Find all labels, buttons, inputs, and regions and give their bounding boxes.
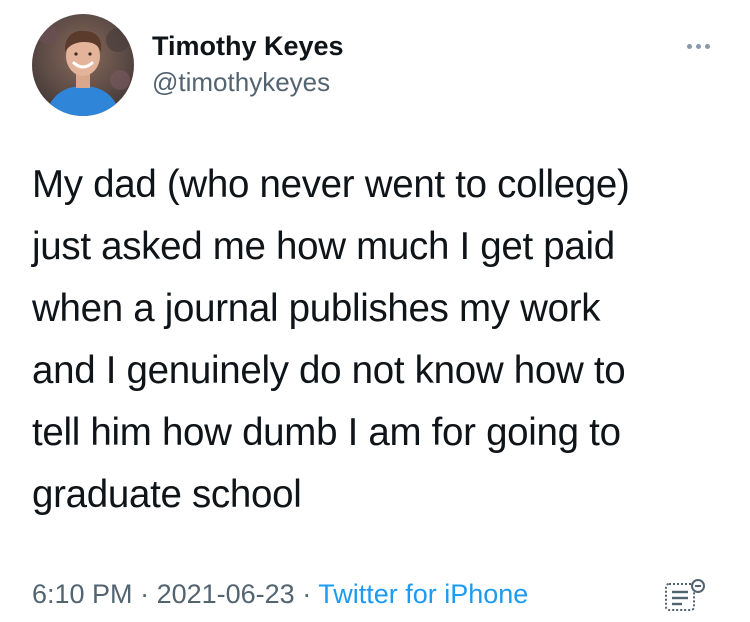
- author-name[interactable]: Timothy Keyes: [152, 30, 344, 62]
- tweet-analytics-icon[interactable]: [664, 578, 708, 614]
- tweet-text-line: My dad (who never went to college): [32, 163, 630, 206]
- tweet-text-line: just asked me how much I get paid: [32, 225, 615, 268]
- profile-photo-icon: [32, 14, 134, 116]
- tweet-text-line: graduate school: [32, 473, 302, 516]
- tweet-time[interactable]: 6:10 PM: [32, 579, 133, 609]
- ellipsis-icon: [686, 43, 692, 49]
- tweet-text: My dad (who never went to college) just …: [32, 154, 732, 526]
- tweet-card: Timothy Keyes @timothykeyes My dad (who …: [0, 0, 750, 622]
- tweet-source-link[interactable]: Twitter for iPhone: [318, 579, 528, 609]
- tweet-date[interactable]: 2021-06-23: [157, 579, 295, 609]
- author-handle[interactable]: @timothykeyes: [152, 66, 330, 98]
- meta-separator: ·: [132, 579, 157, 609]
- ellipsis-icon: [695, 43, 701, 49]
- tweet-meta: 6:10 PM · 2021-06-23 · Twitter for iPhon…: [32, 576, 528, 612]
- tweet-text-line: when a journal publishes my work: [32, 287, 601, 330]
- more-options-button[interactable]: [678, 34, 718, 58]
- ellipsis-icon: [704, 43, 710, 49]
- tweet-text-line: tell him how dumb I am for going to: [32, 411, 621, 454]
- tweet-text-line: and I genuinely do not know how to: [32, 349, 626, 392]
- meta-separator: ·: [294, 579, 319, 609]
- analytics-icon: [665, 579, 705, 611]
- avatar[interactable]: [32, 14, 134, 116]
